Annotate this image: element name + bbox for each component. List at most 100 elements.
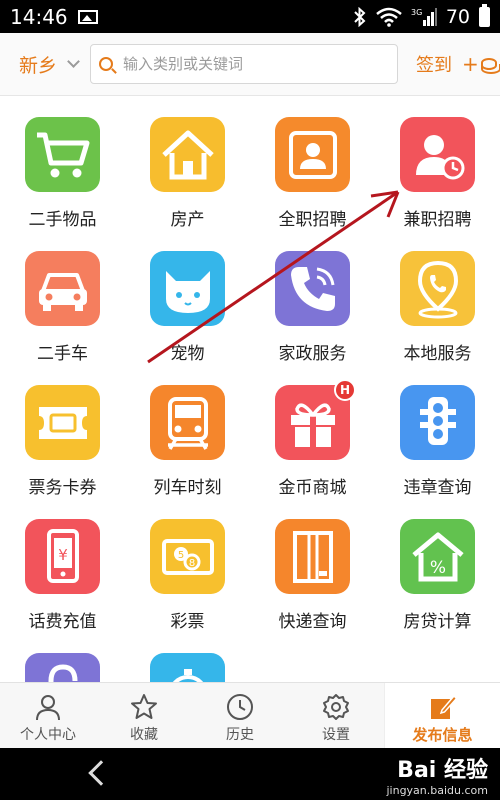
category-tile[interactable]: 家政服务 xyxy=(250,230,375,364)
app-screen: 14:46 3G 70 新乡 输入类别或关键词 签到 + 二手物品 房产 全职招… xyxy=(0,0,500,800)
phone-icon xyxy=(275,251,350,326)
traffic-light-icon xyxy=(400,385,475,460)
lock-icon xyxy=(25,653,100,682)
watermark-url: jingyan.baidu.com xyxy=(386,784,488,797)
signal-icon: 3G xyxy=(411,7,437,26)
search-input[interactable] xyxy=(123,55,383,73)
signal-label: 3G xyxy=(411,8,422,17)
ticket-icon xyxy=(25,385,100,460)
nav-label: 历史 xyxy=(226,727,254,743)
category-grid: 二手物品 房产 全职招聘 兼职招聘二手车 宠物 家政服务 本地服务票务卡券 列车时刻 H 金币商城… xyxy=(0,96,500,682)
category-label: 宠物 xyxy=(170,344,205,364)
category-label: 列车时刻 xyxy=(153,478,222,498)
category-tile[interactable]: 兼职招聘 xyxy=(375,96,500,230)
status-time: 14:46 xyxy=(10,4,68,29)
search-icon xyxy=(99,57,113,71)
category-label: 二手物品 xyxy=(28,210,97,230)
category-tile[interactable]: ¥ 话费充值 xyxy=(0,498,125,632)
svg-text:8: 8 xyxy=(188,558,194,569)
nav-history[interactable]: 历史 xyxy=(192,683,288,748)
svg-text:5: 5 xyxy=(177,550,183,561)
category-label: 票务卡券 xyxy=(28,478,97,498)
car-icon xyxy=(25,251,100,326)
nav-label: 设置 xyxy=(322,727,350,743)
chevron-down-icon xyxy=(67,55,80,68)
nav-settings[interactable]: 设置 xyxy=(288,683,384,748)
mobile-yuan-icon: ¥ xyxy=(25,519,100,594)
image-notification-icon xyxy=(77,9,98,24)
status-bar: 14:46 3G 70 xyxy=(0,0,500,33)
city-selector[interactable]: 新乡 xyxy=(0,51,90,78)
contact-card-icon xyxy=(275,117,350,192)
category-tile[interactable]: 房产 xyxy=(125,96,250,230)
hot-badge: H xyxy=(334,379,356,401)
wifi-icon xyxy=(376,7,402,27)
category-tile[interactable]: 宠物 xyxy=(125,230,250,364)
coins-icon xyxy=(480,58,500,74)
cat-icon xyxy=(150,251,225,326)
lottery-icon: 58 xyxy=(150,519,225,594)
category-tile[interactable]: 5 8 彩票 xyxy=(125,498,250,632)
signin-button[interactable]: 签到 + xyxy=(416,51,500,77)
category-label: 全职招聘 xyxy=(278,210,347,230)
location-phone-icon xyxy=(400,251,475,326)
search-box[interactable] xyxy=(90,44,398,84)
top-header: 新乡 签到 + xyxy=(0,33,500,96)
category-tile[interactable]: % 房贷计算 xyxy=(375,498,500,632)
signin-plus: + xyxy=(462,52,479,76)
publish-label: 发布信息 xyxy=(412,726,473,744)
category-tile[interactable]: 违章查询 xyxy=(375,364,500,498)
battery-icon xyxy=(479,3,490,27)
category-label: 快递查询 xyxy=(278,612,347,632)
house-icon xyxy=(150,117,225,192)
star-icon xyxy=(131,694,157,719)
category-tile[interactable]: 快递查询 xyxy=(250,498,375,632)
category-label: 违章查询 xyxy=(403,478,472,498)
category-label: 本地服务 xyxy=(403,344,472,364)
category-label: 二手车 xyxy=(37,344,88,364)
person-clock-icon xyxy=(400,117,475,192)
svg-text:%: % xyxy=(429,558,445,578)
category-tile[interactable]: 列车时刻 xyxy=(125,364,250,498)
nav-label: 个人中心 xyxy=(20,727,76,743)
category-tile[interactable] xyxy=(125,632,250,682)
house-percent-icon: % xyxy=(400,519,475,594)
svg-text:¥: ¥ xyxy=(58,546,68,564)
category-label: 兼职招聘 xyxy=(403,210,472,230)
category-tile[interactable]: 本地服务 xyxy=(375,230,500,364)
package-icon xyxy=(275,519,350,594)
shopping-cart-icon xyxy=(25,117,100,192)
watermark: Bai 经验 jingyan.baidu.com xyxy=(386,752,488,797)
bottom-nav: 个人中心 收藏 历史 设置 发布信息 xyxy=(0,682,500,748)
category-label: 家政服务 xyxy=(278,344,347,364)
gift-icon: H xyxy=(275,379,356,460)
category-tile[interactable]: 二手车 xyxy=(0,230,125,364)
person-icon xyxy=(36,695,60,721)
category-label: 话费充值 xyxy=(28,612,97,632)
nav-label: 收藏 xyxy=(130,727,158,743)
status-indicators: 3G 70 xyxy=(353,3,490,28)
nav-profile[interactable]: 个人中心 xyxy=(0,683,96,748)
watermark-logo: Bai 经验 xyxy=(397,758,488,783)
battery-level: 70 xyxy=(445,5,470,28)
back-icon[interactable] xyxy=(88,760,114,786)
category-tile[interactable]: H 金币商城 xyxy=(250,364,375,498)
category-tile[interactable] xyxy=(0,632,125,682)
category-tile[interactable]: 票务卡券 xyxy=(0,364,125,498)
edit-icon xyxy=(430,694,458,719)
category-tile[interactable]: 全职招聘 xyxy=(250,96,375,230)
system-nav-bar: Bai 经验 jingyan.baidu.com xyxy=(0,748,500,800)
publish-button[interactable]: 发布信息 xyxy=(384,683,500,748)
train-icon xyxy=(150,385,225,460)
gear-icon xyxy=(323,694,349,720)
clock-icon xyxy=(227,694,253,720)
category-label: 金币商城 xyxy=(278,478,347,498)
category-tile[interactable]: 二手物品 xyxy=(0,96,125,230)
category-label: 房产 xyxy=(170,210,205,230)
city-label: 新乡 xyxy=(19,54,58,77)
bluetooth-icon xyxy=(354,6,366,27)
category-label: 房贷计算 xyxy=(403,612,472,632)
nav-favorites[interactable]: 收藏 xyxy=(96,683,192,748)
signin-label: 签到 xyxy=(416,55,452,76)
category-label: 彩票 xyxy=(170,612,205,632)
